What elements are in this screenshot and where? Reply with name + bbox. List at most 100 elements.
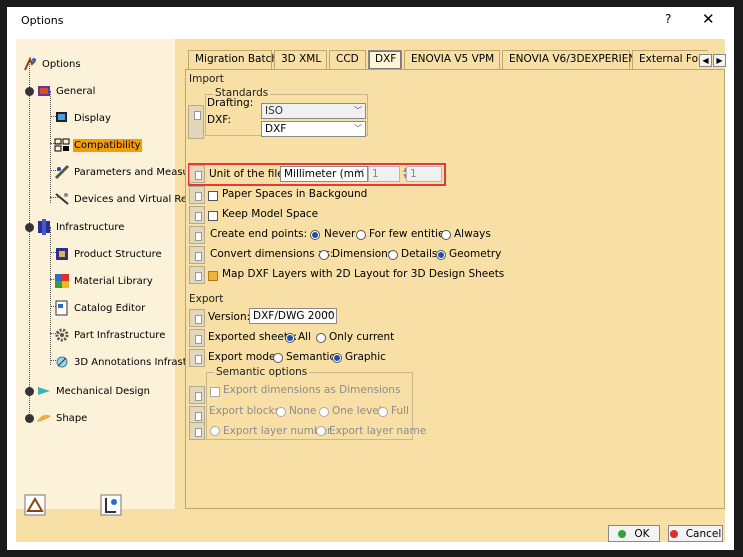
sheets-current-radio[interactable] (316, 333, 326, 343)
tab-enovia-v6[interactable]: ENOVIA V6/3DEXPERIENCE (502, 50, 650, 69)
tree-item-material-library[interactable]: Material Library (54, 273, 154, 289)
blocks-full-radio[interactable] (378, 407, 388, 417)
dxf-combo[interactable]: DXF ﹀ (261, 121, 366, 137)
lock-map-layers-button[interactable] (189, 266, 205, 284)
lock-export-dims-button[interactable] (189, 386, 205, 404)
lock-version-button[interactable] (189, 309, 205, 327)
tab-enovia-v5-vpm[interactable]: ENOVIA V5 VPM (404, 50, 500, 69)
lock-convert-button[interactable] (189, 246, 205, 264)
export-title: Export (189, 293, 224, 305)
tree-label: Options (42, 58, 81, 70)
tab-external-format[interactable]: External Form (632, 50, 708, 69)
tab-scroll-left[interactable]: ◀ (699, 54, 712, 67)
end-points-few-radio[interactable] (356, 230, 366, 240)
tree-item-parameters[interactable]: Parameters and Measure (54, 164, 200, 180)
options-tree: Options General Display Compatibility Pa… (16, 39, 199, 509)
convert-dimensions-label: Dimensions (332, 248, 394, 260)
reset-settings-icon[interactable] (100, 494, 122, 516)
convert-dimensions-radio[interactable] (319, 250, 329, 260)
expander-general[interactable] (25, 87, 34, 96)
import-title: Import (189, 73, 224, 85)
tree-item-devices[interactable]: Devices and Virtual Reali (54, 191, 200, 207)
cancel-dot-icon (669, 529, 678, 538)
blocks-none-radio[interactable] (276, 407, 286, 417)
expander-infrastructure[interactable] (25, 223, 34, 232)
mode-semantic-label: Semantic (286, 351, 336, 363)
blocks-one-level-label: One level (332, 405, 382, 417)
keep-model-checkbox[interactable] (208, 211, 218, 221)
gear-icon (55, 328, 69, 342)
lock-standards-button[interactable] (188, 105, 204, 139)
help-button[interactable]: ? (665, 12, 671, 26)
dxf-label: DXF: (207, 114, 232, 126)
end-points-always-radio[interactable] (441, 230, 451, 240)
unit-spin-2[interactable]: 1 (406, 166, 442, 182)
mode-label: Export mode: (208, 351, 280, 363)
close-button[interactable]: ✕ (702, 10, 715, 28)
lock-unit-button[interactable] (189, 165, 205, 183)
tree-item-display[interactable]: Display (54, 110, 112, 126)
keep-model-label: Keep Model Space (222, 208, 319, 220)
tree-item-product-structure[interactable]: Product Structure (54, 246, 163, 262)
export-dims-label: Export dimensions as Dimensions (223, 384, 401, 396)
options-panel: Migration Batch 3D XML CCD DXF ENOVIA V5… (180, 49, 727, 510)
mode-graphic-radio[interactable] (332, 353, 342, 363)
tab-dxf[interactable]: DXF (368, 50, 402, 69)
tree-item-general[interactable]: General (36, 83, 96, 99)
title-bar: Options ? ✕ (7, 7, 734, 35)
convert-details-radio[interactable] (388, 250, 398, 260)
export-dims-checkbox[interactable] (210, 387, 220, 397)
lock-sheets-button[interactable] (189, 329, 205, 347)
lock-paper-spaces-button[interactable] (189, 186, 205, 204)
parameters-icon (54, 164, 70, 180)
display-icon (56, 112, 67, 122)
version-combo[interactable]: DXF/DWG 2000 ﹀ (249, 308, 337, 324)
convert-geometry-label: Geometry (449, 248, 502, 260)
tab-ccd[interactable]: CCD (329, 50, 366, 69)
lock-mode-button[interactable] (189, 349, 205, 367)
tree-item-mechanical-design[interactable]: Mechanical Design (36, 383, 151, 399)
sheets-all-radio[interactable] (285, 333, 295, 343)
sheets-current-label: Only current (329, 331, 395, 343)
drafting-combo[interactable]: ISO ﹀ (261, 103, 366, 119)
tab-strip: Migration Batch 3D XML CCD DXF ENOVIA V5… (188, 49, 708, 69)
blocks-none-label: None (289, 405, 317, 417)
tab-scroll-right[interactable]: ▶ (713, 54, 726, 67)
dialog-client: Options General Display Compatibility Pa… (16, 39, 727, 542)
options-dialog: Options ? ✕ Options General Display Comp… (7, 7, 734, 550)
end-points-label: Create end points: (210, 228, 308, 240)
map-layers-checkbox[interactable] (208, 271, 218, 281)
paper-spaces-checkbox[interactable] (208, 191, 218, 201)
lock-keep-model-button[interactable] (189, 206, 205, 224)
tab-scroll-arrows: ◀ ▶ (699, 54, 727, 68)
tree-item-3d-annotations[interactable]: 3D Annotations Infrastru (54, 354, 198, 370)
expander-mechanical-design[interactable] (25, 387, 34, 396)
blocks-full-label: Full (391, 405, 409, 417)
tab-3d-xml[interactable]: 3D XML (274, 50, 327, 69)
end-points-never-radio[interactable] (310, 230, 320, 240)
convert-geometry-radio[interactable] (436, 250, 446, 260)
tree-item-compatibility[interactable]: Compatibility (54, 137, 142, 153)
tree-item-catalog-editor[interactable]: Catalog Editor (54, 300, 146, 316)
lock-layers-button[interactable] (189, 422, 205, 440)
lock-end-points-button[interactable] (189, 226, 205, 244)
blocks-one-level-radio[interactable] (319, 407, 329, 417)
layer-name-radio[interactable] (316, 426, 326, 436)
tree-item-shape[interactable]: Shape (36, 410, 88, 426)
window-title: Options (21, 14, 64, 27)
expander-shape[interactable] (25, 414, 34, 423)
tree-item-part-infrastructure[interactable]: Part Infrastructure (54, 327, 166, 343)
unit-spin-1[interactable]: 1▲▼ (368, 166, 408, 182)
unit-combo[interactable]: Millimeter (mm ﹀ (280, 166, 368, 182)
tree-item-infrastructure[interactable]: Infrastructure (36, 219, 125, 235)
unit-label: Unit of the file: (209, 168, 288, 180)
mode-semantic-radio[interactable] (273, 353, 283, 363)
user-settings-icon[interactable] (24, 494, 46, 516)
cancel-button[interactable]: Cancel (668, 525, 723, 542)
ok-button[interactable]: OK (608, 525, 660, 542)
tab-migration-batch[interactable]: Migration Batch (188, 50, 278, 69)
tree-root-options[interactable]: Options (22, 56, 82, 72)
infrastructure-icon (38, 219, 50, 235)
end-points-never-label: Never (324, 228, 356, 240)
layer-number-radio[interactable] (210, 426, 220, 436)
